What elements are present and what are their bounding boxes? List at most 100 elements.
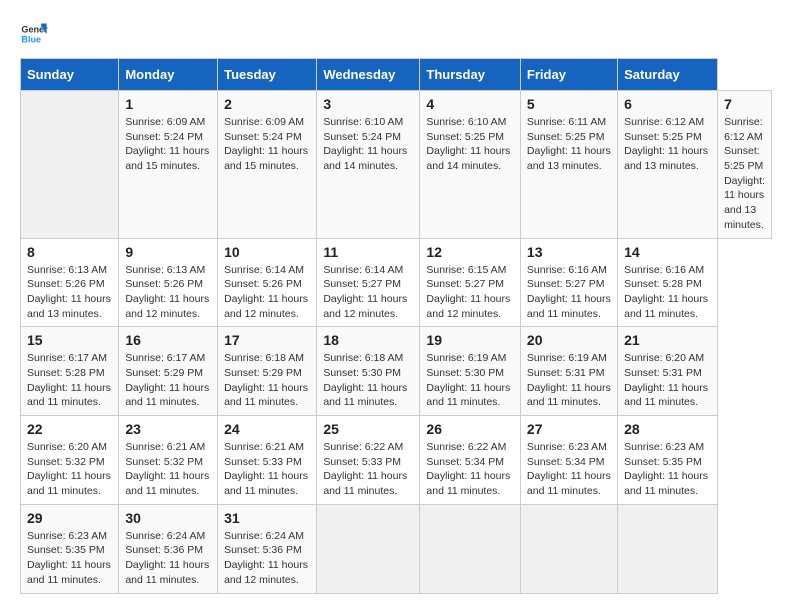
day-info: Sunrise: 6:23 AMSunset: 5:35 PMDaylight:… — [624, 440, 711, 499]
logo-icon: General Blue — [20, 20, 48, 48]
day-number: 18 — [323, 332, 413, 348]
day-info: Sunrise: 6:18 AMSunset: 5:29 PMDaylight:… — [224, 351, 310, 410]
day-info: Sunrise: 6:20 AMSunset: 5:32 PMDaylight:… — [27, 440, 112, 499]
calendar-day-cell: 3 Sunrise: 6:10 AMSunset: 5:24 PMDaylight… — [317, 91, 420, 239]
day-info: Sunrise: 6:17 AMSunset: 5:28 PMDaylight:… — [27, 351, 112, 410]
calendar-day-cell: 29Sunrise: 6:23 AMSunset: 5:35 PMDayligh… — [21, 504, 119, 593]
day-info: Sunrise: 6:20 AMSunset: 5:31 PMDaylight:… — [624, 351, 711, 410]
day-info: Sunrise: 6:19 AMSunset: 5:31 PMDaylight:… — [527, 351, 611, 410]
calendar-day-cell — [520, 504, 617, 593]
svg-text:Blue: Blue — [21, 34, 41, 44]
day-info: Sunrise: 6:22 AMSunset: 5:34 PMDaylight:… — [426, 440, 514, 499]
calendar-day-cell: 30 Sunrise: 6:24 AMSunset: 5:36 PMDayligh… — [119, 504, 218, 593]
calendar-day-cell: 5 Sunrise: 6:11 AMSunset: 5:25 PMDaylight… — [520, 91, 617, 239]
calendar-day-cell: 19Sunrise: 6:19 AMSunset: 5:30 PMDayligh… — [420, 327, 521, 416]
calendar-day-cell: 23 Sunrise: 6:21 AMSunset: 5:32 PMDayligh… — [119, 416, 218, 505]
day-info: Sunrise: 6:18 AMSunset: 5:30 PMDaylight:… — [323, 351, 413, 410]
day-info: Sunrise: 6:14 AMSunset: 5:27 PMDaylight:… — [323, 263, 413, 322]
weekday-header-row: SundayMondayTuesdayWednesdayThursdayFrid… — [21, 59, 772, 91]
day-number: 17 — [224, 332, 310, 348]
page-header: General Blue — [20, 20, 772, 48]
day-info: Sunrise: 6:24 AMSunset: 5:36 PMDaylight:… — [125, 529, 211, 588]
calendar-day-cell: 12 Sunrise: 6:15 AMSunset: 5:27 PMDayligh… — [420, 238, 521, 327]
day-info: Sunrise: 6:24 AMSunset: 5:36 PMDaylight:… — [224, 529, 310, 588]
day-info: Sunrise: 6:10 AMSunset: 5:25 PMDaylight:… — [426, 115, 514, 174]
calendar-day-cell: 4 Sunrise: 6:10 AMSunset: 5:25 PMDaylight… — [420, 91, 521, 239]
calendar-day-cell: 22 Sunrise: 6:20 AMSunset: 5:32 PMDayligh… — [21, 416, 119, 505]
calendar-day-cell: 9Sunrise: 6:13 AMSunset: 5:26 PMDaylight… — [119, 238, 218, 327]
day-info: Sunrise: 6:19 AMSunset: 5:30 PMDaylight:… — [426, 351, 514, 410]
calendar-day-cell: 21 Sunrise: 6:20 AMSunset: 5:31 PMDayligh… — [618, 327, 718, 416]
calendar-week-row: 1 Sunrise: 6:09 AMSunset: 5:24 PMDaylight… — [21, 91, 772, 239]
day-number: 30 — [125, 510, 211, 526]
day-info: Sunrise: 6:23 AMSunset: 5:34 PMDaylight:… — [527, 440, 611, 499]
weekday-header-cell: Wednesday — [317, 59, 420, 91]
calendar-day-cell: 17 Sunrise: 6:18 AMSunset: 5:29 PMDayligh… — [218, 327, 317, 416]
calendar-day-cell: 10 Sunrise: 6:14 AMSunset: 5:26 PMDayligh… — [218, 238, 317, 327]
day-info: Sunrise: 6:12 AMSunset: 5:25 PMDaylight:… — [724, 115, 765, 233]
calendar-day-cell — [317, 504, 420, 593]
day-info: Sunrise: 6:09 AMSunset: 5:24 PMDaylight:… — [224, 115, 310, 174]
day-info: Sunrise: 6:10 AMSunset: 5:24 PMDaylight:… — [323, 115, 413, 174]
day-number: 23 — [125, 421, 211, 437]
day-info: Sunrise: 6:13 AMSunset: 5:26 PMDaylight:… — [27, 263, 112, 322]
day-info: Sunrise: 6:15 AMSunset: 5:27 PMDaylight:… — [426, 263, 514, 322]
calendar-day-cell — [420, 504, 521, 593]
day-number: 10 — [224, 244, 310, 260]
weekday-header-cell: Monday — [119, 59, 218, 91]
day-info: Sunrise: 6:17 AMSunset: 5:29 PMDaylight:… — [125, 351, 211, 410]
day-number: 12 — [426, 244, 514, 260]
calendar-day-cell: 26Sunrise: 6:22 AMSunset: 5:34 PMDayligh… — [420, 416, 521, 505]
day-number: 29 — [27, 510, 112, 526]
calendar-day-cell: 7Sunrise: 6:12 AMSunset: 5:25 PMDaylight… — [718, 91, 772, 239]
day-number: 3 — [323, 96, 413, 112]
day-info: Sunrise: 6:21 AMSunset: 5:32 PMDaylight:… — [125, 440, 211, 499]
calendar-day-cell: 6Sunrise: 6:12 AMSunset: 5:25 PMDaylight… — [618, 91, 718, 239]
day-number: 11 — [323, 244, 413, 260]
weekday-header-cell: Thursday — [420, 59, 521, 91]
calendar-day-cell: 20 Sunrise: 6:19 AMSunset: 5:31 PMDayligh… — [520, 327, 617, 416]
day-number: 4 — [426, 96, 514, 112]
calendar-week-row: 29Sunrise: 6:23 AMSunset: 5:35 PMDayligh… — [21, 504, 772, 593]
day-number: 13 — [527, 244, 611, 260]
calendar-day-cell: 28 Sunrise: 6:23 AMSunset: 5:35 PMDayligh… — [618, 416, 718, 505]
day-info: Sunrise: 6:16 AMSunset: 5:27 PMDaylight:… — [527, 263, 611, 322]
calendar-day-cell: 25 Sunrise: 6:22 AMSunset: 5:33 PMDayligh… — [317, 416, 420, 505]
day-number: 27 — [527, 421, 611, 437]
weekday-header-cell: Saturday — [618, 59, 718, 91]
day-number: 31 — [224, 510, 310, 526]
day-number: 28 — [624, 421, 711, 437]
day-info: Sunrise: 6:22 AMSunset: 5:33 PMDaylight:… — [323, 440, 413, 499]
day-number: 25 — [323, 421, 413, 437]
calendar-day-cell: 27 Sunrise: 6:23 AMSunset: 5:34 PMDayligh… — [520, 416, 617, 505]
day-info: Sunrise: 6:12 AMSunset: 5:25 PMDaylight:… — [624, 115, 711, 174]
day-info: Sunrise: 6:14 AMSunset: 5:26 PMDaylight:… — [224, 263, 310, 322]
day-number: 16 — [125, 332, 211, 348]
day-number: 8 — [27, 244, 112, 260]
calendar-week-row: 15 Sunrise: 6:17 AMSunset: 5:28 PMDayligh… — [21, 327, 772, 416]
calendar-week-row: 8 Sunrise: 6:13 AMSunset: 5:26 PMDaylight… — [21, 238, 772, 327]
day-number: 20 — [527, 332, 611, 348]
day-info: Sunrise: 6:16 AMSunset: 5:28 PMDaylight:… — [624, 263, 711, 322]
day-number: 21 — [624, 332, 711, 348]
day-number: 14 — [624, 244, 711, 260]
calendar-day-cell: 13 Sunrise: 6:16 AMSunset: 5:27 PMDayligh… — [520, 238, 617, 327]
day-number: 22 — [27, 421, 112, 437]
day-number: 2 — [224, 96, 310, 112]
calendar-day-cell — [618, 504, 718, 593]
calendar-day-cell: 8 Sunrise: 6:13 AMSunset: 5:26 PMDaylight… — [21, 238, 119, 327]
weekday-header-cell: Tuesday — [218, 59, 317, 91]
empty-cell — [21, 91, 119, 239]
logo: General Blue — [20, 20, 48, 48]
day-number: 5 — [527, 96, 611, 112]
calendar-day-cell: 11 Sunrise: 6:14 AMSunset: 5:27 PMDayligh… — [317, 238, 420, 327]
day-info: Sunrise: 6:21 AMSunset: 5:33 PMDaylight:… — [224, 440, 310, 499]
day-number: 15 — [27, 332, 112, 348]
calendar-table: SundayMondayTuesdayWednesdayThursdayFrid… — [20, 58, 772, 594]
weekday-header-cell: Sunday — [21, 59, 119, 91]
calendar-day-cell: 2 Sunrise: 6:09 AMSunset: 5:24 PMDaylight… — [218, 91, 317, 239]
day-number: 1 — [125, 96, 211, 112]
day-info: Sunrise: 6:09 AMSunset: 5:24 PMDaylight:… — [125, 115, 211, 174]
calendar-day-cell: 31 Sunrise: 6:24 AMSunset: 5:36 PMDayligh… — [218, 504, 317, 593]
day-info: Sunrise: 6:11 AMSunset: 5:25 PMDaylight:… — [527, 115, 611, 174]
